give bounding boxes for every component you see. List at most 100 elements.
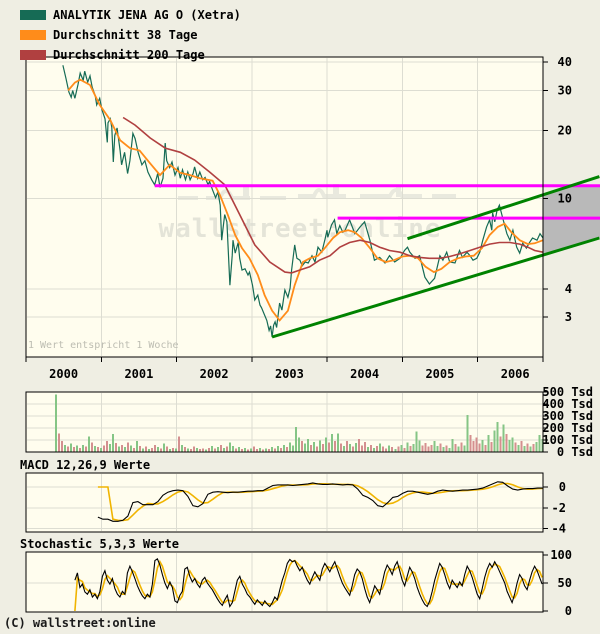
legend: ANALYTIK JENA AG O (Xetra) Durchschnitt … [20, 5, 241, 65]
volume-bar [184, 447, 187, 452]
panel-bg [26, 473, 543, 532]
volume-bar [115, 443, 117, 452]
legend-label: Durchschnitt 200 Tage [53, 48, 205, 62]
volume-bar [160, 448, 162, 452]
volume-bar [466, 414, 469, 452]
volume-bar [367, 447, 370, 452]
volume-bar [412, 444, 415, 452]
legend-label: Durchschnitt 38 Tage [53, 28, 198, 42]
y-tick-label: 0 Tsd [557, 445, 593, 459]
volume-bar [328, 442, 331, 452]
panel-bg [26, 57, 543, 357]
volume-bar [475, 437, 478, 452]
volume-bar [517, 444, 520, 452]
volume-bar [391, 447, 394, 452]
volume-bar [463, 445, 466, 452]
y-tick-label: 100 [550, 548, 572, 562]
volume-bar [514, 442, 517, 452]
volume-bar [355, 443, 358, 452]
volume-bar [103, 445, 105, 452]
y-tick-label: 40 [558, 55, 572, 69]
volume-bar [337, 433, 340, 452]
y-tick-label: 30 [558, 84, 572, 98]
volume-bar [187, 448, 190, 452]
volume-bar [406, 442, 409, 452]
volume-bar [493, 430, 496, 452]
volume-bar [76, 445, 78, 452]
legend-item-ma38: Durchschnitt 38 Tage [20, 25, 241, 45]
volume-bar [526, 443, 529, 452]
volume-bar [454, 444, 457, 452]
volume-bar [313, 441, 316, 452]
volume-bar [274, 448, 277, 452]
y-tick-label: 50 [558, 576, 572, 590]
volume-bar [118, 446, 120, 452]
volume-bar [292, 445, 295, 452]
volume-bar [226, 446, 229, 452]
volume-bar [508, 440, 511, 452]
volume-bar [448, 447, 451, 452]
x-tick-label: 2005 [425, 367, 454, 381]
volume-bar [238, 447, 241, 452]
y-tick-label: 4 [565, 282, 572, 296]
x-tick-label: 2006 [501, 367, 530, 381]
volume-bar [250, 448, 253, 452]
volume-bar [127, 442, 129, 452]
volume-bar [172, 447, 175, 452]
volume-bar [472, 441, 475, 452]
volume-bar [538, 435, 541, 452]
volume-bar [121, 444, 123, 452]
volume-bar [301, 441, 304, 452]
volume-bar [442, 447, 445, 452]
volume-bar [379, 443, 382, 452]
volume-bar [124, 447, 126, 452]
volume-bar [469, 435, 472, 452]
volume-bar [520, 441, 523, 452]
volume-bar [511, 437, 514, 452]
volume-bar [346, 441, 349, 452]
volume-bar [532, 444, 535, 452]
volume-bar [223, 447, 226, 452]
volume-bar [79, 447, 81, 452]
volume-bar [451, 438, 454, 452]
panel-bg [26, 392, 543, 452]
volume-bar [235, 448, 238, 452]
volume-bar [286, 447, 289, 452]
volume-bar [142, 448, 144, 452]
y-tick-label: 3 [565, 310, 572, 324]
volume-bar [157, 447, 159, 452]
volume-bar [175, 448, 178, 452]
volume-bar [490, 441, 493, 452]
volume-bar [163, 443, 165, 452]
volume-bar [97, 447, 99, 452]
ma200-color-swatch [20, 50, 46, 60]
x-tick-label: 2001 [124, 367, 153, 381]
y-tick-label: -2 [552, 501, 566, 515]
volume-bar [364, 441, 367, 452]
volume-bar [220, 444, 223, 452]
volume-bar [403, 447, 406, 452]
watermark-squiggle [243, 186, 249, 197]
volume-bar [67, 446, 69, 452]
legend-label: ANALYTIK JENA AG O (Xetra) [53, 8, 241, 22]
ma38-color-swatch [20, 30, 46, 40]
volume-bar [373, 447, 376, 452]
volume-bar [109, 444, 111, 452]
macd-panel-title: MACD 12,26,9 Werte [20, 458, 151, 472]
volume-bar [424, 443, 427, 452]
volume-bar [145, 446, 147, 452]
volume-bar [229, 442, 232, 452]
volume-bar [316, 446, 319, 452]
volume-bar [400, 444, 403, 452]
volume-bar [151, 447, 153, 452]
volume-bar [88, 436, 90, 452]
volume-bar [73, 447, 75, 452]
volume-bar [529, 446, 532, 452]
volume-bar [112, 434, 114, 452]
volume-bar [358, 438, 361, 452]
volume-bar [85, 446, 87, 452]
volume-bar [61, 441, 63, 452]
volume-bar [349, 444, 352, 452]
volume-bar [55, 394, 57, 452]
copyright-text: (C) wallstreet:online [4, 616, 156, 630]
